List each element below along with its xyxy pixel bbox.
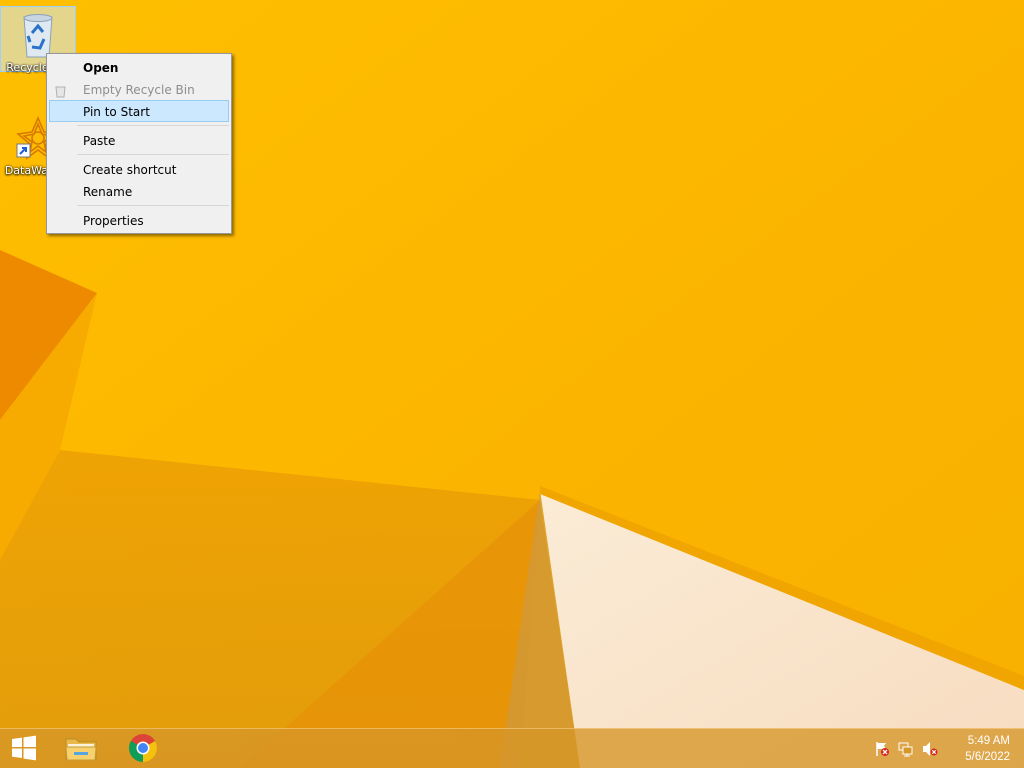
menu-separator: [77, 154, 229, 155]
recycle-bin-icon: [14, 11, 62, 59]
menu-separator: [77, 205, 229, 206]
start-button[interactable]: [0, 729, 48, 768]
menu-item-open[interactable]: Open: [49, 56, 229, 78]
context-menu: Open Empty Recycle Bin Pin to Start Past…: [46, 53, 232, 234]
menu-item-pin-to-start[interactable]: Pin to Start: [49, 100, 229, 122]
recycle-bin-small-icon: [54, 83, 67, 98]
volume-muted-icon[interactable]: [922, 741, 938, 757]
menu-item-rename[interactable]: Rename: [49, 180, 229, 202]
menu-separator: [77, 125, 229, 126]
clock-time: 5:49 AM: [967, 735, 1010, 747]
action-center-flag-icon[interactable]: [874, 741, 890, 757]
taskbar: 5:49 AM 5/6/2022: [0, 728, 1024, 768]
chrome-icon: [128, 733, 158, 766]
clock-date: 5/6/2022: [965, 751, 1010, 763]
network-icon[interactable]: [898, 741, 914, 757]
taskbar-chrome[interactable]: [115, 729, 171, 768]
menu-item-create-shortcut[interactable]: Create shortcut: [49, 158, 229, 180]
menu-item-empty-recycle-bin: Empty Recycle Bin: [49, 78, 229, 100]
menu-item-properties[interactable]: Properties: [49, 209, 229, 231]
menu-item-empty-recycle-bin-label: Empty Recycle Bin: [83, 83, 195, 97]
taskbar-file-explorer[interactable]: [53, 729, 109, 768]
windows-logo-icon: [11, 735, 37, 764]
folder-icon: [64, 733, 98, 766]
menu-item-paste[interactable]: Paste: [49, 129, 229, 151]
system-clock[interactable]: 5:49 AM 5/6/2022: [965, 733, 1010, 765]
